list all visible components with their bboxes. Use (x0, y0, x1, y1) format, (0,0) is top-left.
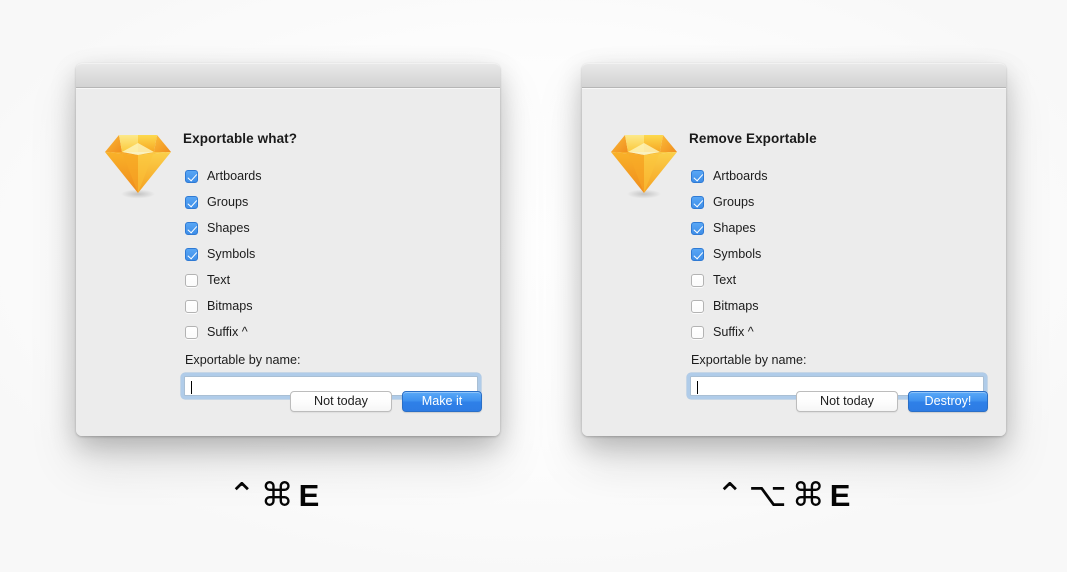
make-it-button[interactable]: Make it (402, 391, 482, 412)
checkbox-artboards[interactable] (185, 169, 198, 183)
checkbox-artboards[interactable] (691, 169, 704, 183)
checkbox-label-text: Text (207, 273, 231, 287)
checkbox-suffix[interactable] (691, 325, 704, 339)
checkbox-symbols[interactable] (691, 247, 704, 261)
checkbox-label-shapes: Shapes (207, 221, 250, 235)
checkbox-row-bitmaps[interactable]: Bitmaps (691, 293, 989, 319)
dialog-exportable-what: Exportable what? Artboards Groups Shapes… (76, 63, 500, 436)
checkbox-label-suffix: Suffix ^ (713, 325, 754, 339)
destroy-button[interactable]: Destroy! (908, 391, 988, 412)
checkbox-shapes[interactable] (185, 221, 198, 235)
checkbox-text[interactable] (691, 273, 704, 287)
checkbox-shapes[interactable] (691, 221, 704, 235)
dialog-body: Remove Exportable Artboards Groups Shape… (582, 88, 1006, 436)
checkbox-label-artboards: Artboards (713, 169, 768, 183)
dialog-title: Exportable what? (183, 131, 298, 146)
shortcut-exportable-what: ⌃⌘E (228, 478, 324, 511)
shortcut-key-e: E (829, 478, 856, 513)
shortcut-remove-exportable: ⌃⌥⌘E (716, 478, 855, 511)
checkbox-groups[interactable] (691, 195, 704, 209)
text-cursor (697, 381, 698, 394)
dialog-content: Exportable what? Artboards Groups Shapes… (181, 131, 483, 399)
checkbox-row-text[interactable]: Text (691, 267, 989, 293)
text-cursor (191, 381, 192, 394)
checkbox-row-suffix[interactable]: Suffix ^ (691, 319, 989, 345)
name-field-label: Exportable by name: (185, 353, 301, 367)
checkbox-row-shapes[interactable]: Shapes (185, 215, 483, 241)
checkbox-label-symbols: Symbols (713, 247, 762, 261)
checkbox-label-shapes: Shapes (713, 221, 756, 235)
checkbox-symbols[interactable] (185, 247, 198, 261)
shortcut-modifier-command: ⌘ (791, 475, 830, 514)
checkbox-row-text[interactable]: Text (185, 267, 483, 293)
checkbox-label-bitmaps: Bitmaps (713, 299, 759, 313)
dialog-content: Remove Exportable Artboards Groups Shape… (687, 131, 989, 399)
checkbox-row-suffix[interactable]: Suffix ^ (185, 319, 483, 345)
checkbox-bitmaps[interactable] (185, 299, 198, 313)
checkbox-row-groups[interactable]: Groups (185, 189, 483, 215)
window-titlebar[interactable] (582, 63, 1006, 88)
shortcut-modifier-control: ⌃ (228, 475, 261, 514)
checkbox-label-text: Text (713, 273, 737, 287)
checkbox-label-artboards: Artboards (207, 169, 262, 183)
shortcut-modifier-option: ⌥ (748, 475, 792, 514)
checkbox-text[interactable] (185, 273, 198, 287)
checkbox-row-shapes[interactable]: Shapes (691, 215, 989, 241)
checkbox-label-groups: Groups (207, 195, 249, 209)
checkbox-row-artboards[interactable]: Artboards (691, 163, 989, 189)
checkbox-row-bitmaps[interactable]: Bitmaps (185, 293, 483, 319)
dialog-remove-exportable: Remove Exportable Artboards Groups Shape… (582, 63, 1006, 436)
page-background: Exportable what? Artboards Groups Shapes… (0, 0, 1067, 572)
checkbox-label-symbols: Symbols (207, 247, 256, 261)
name-field-label: Exportable by name: (691, 353, 807, 367)
dialog-body: Exportable what? Artboards Groups Shapes… (76, 88, 500, 436)
sketch-diamond-icon (102, 127, 174, 201)
checkbox-groups[interactable] (185, 195, 198, 209)
shortcut-modifier-control: ⌃ (716, 475, 749, 514)
sketch-diamond-icon (608, 127, 680, 201)
checkbox-label-bitmaps: Bitmaps (207, 299, 253, 313)
checkbox-label-groups: Groups (713, 195, 755, 209)
window-titlebar[interactable] (76, 63, 500, 88)
checkbox-row-symbols[interactable]: Symbols (691, 241, 989, 267)
shortcut-key-e: E (298, 478, 325, 513)
dialog-button-bar: Not today Make it (290, 391, 482, 412)
checkbox-bitmaps[interactable] (691, 299, 704, 313)
not-today-button[interactable]: Not today (796, 391, 898, 412)
checkbox-row-artboards[interactable]: Artboards (185, 163, 483, 189)
shortcut-modifier-command: ⌘ (260, 475, 299, 514)
checkbox-row-symbols[interactable]: Symbols (185, 241, 483, 267)
checkbox-suffix[interactable] (185, 325, 198, 339)
checkbox-row-groups[interactable]: Groups (691, 189, 989, 215)
checkbox-label-suffix: Suffix ^ (207, 325, 248, 339)
not-today-button[interactable]: Not today (290, 391, 392, 412)
dialog-button-bar: Not today Destroy! (796, 391, 988, 412)
dialog-title: Remove Exportable (689, 131, 817, 146)
